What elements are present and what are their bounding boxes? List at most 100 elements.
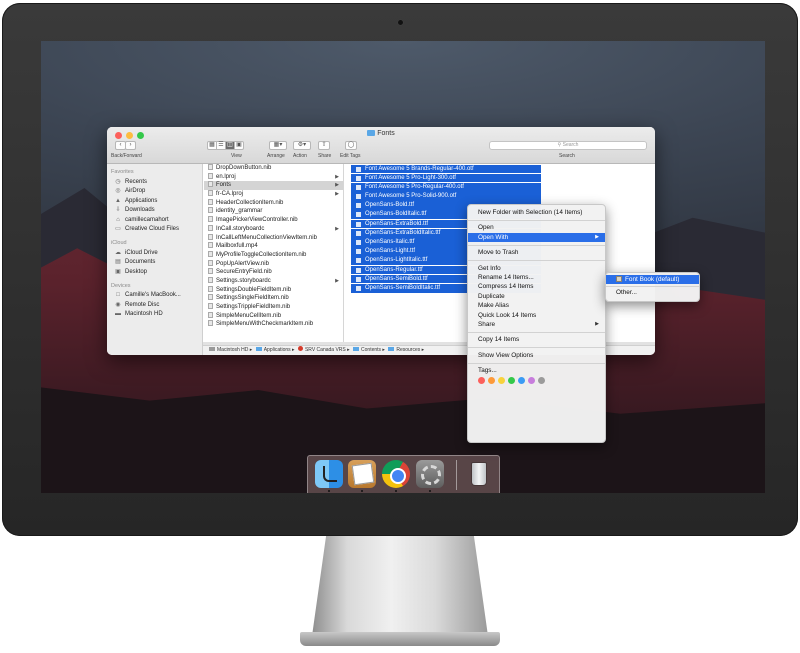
font-file-selected[interactable]: Font Awesome 5 Brands-Regular-400.otf — [351, 164, 541, 174]
sidebar-item-macbook[interactable]: □ Camille's MacBook... — [107, 291, 202, 301]
menu-item-quick-look[interactable]: Quick Look 14 Items — [468, 311, 605, 320]
file-icon — [208, 259, 213, 266]
folder-icon — [208, 181, 213, 188]
share-button[interactable]: ⇧ — [318, 141, 330, 150]
folder-icon — [353, 347, 360, 351]
running-indicator — [429, 490, 431, 492]
browser-column-resources: DropDownButton.nib en.lproj ▶ Fonts ▶ fr-C… — [204, 164, 344, 345]
list-item[interactable]: Mailboxfull.mp4 — [204, 242, 343, 251]
menu-item-copy[interactable]: Copy 14 Items — [468, 335, 605, 344]
list-item[interactable]: SettingsTrippleFieldItem.nib — [204, 303, 343, 312]
list-item[interactable]: HeaderCollectionItem.nib — [204, 198, 343, 208]
menu-item-compress[interactable]: Compress 14 Items — [468, 282, 605, 291]
menu-item-font-book[interactable]: Font Book (default) — [606, 275, 699, 285]
file-icon — [208, 320, 213, 327]
list-item[interactable]: MyProfileToggleCollectionItem.nib — [204, 250, 343, 260]
path-item[interactable]: Contents — [361, 347, 381, 353]
list-item[interactable]: ImagePickerViewController.nib — [204, 216, 343, 225]
system-preferences-app-icon[interactable] — [416, 460, 444, 488]
action-button[interactable]: ⚙▾ — [293, 141, 311, 150]
menu-item-open[interactable]: Open — [468, 223, 605, 232]
sidebar-item-recents[interactable]: ◷ Recents — [107, 177, 202, 187]
menu-item-move-to-trash[interactable]: Move to Trash — [468, 248, 605, 257]
font-file-selected[interactable]: Font Awesome 5 Pro-Regular-400.otf — [351, 182, 541, 192]
list-item[interactable]: fr-CA.lproj ▶ — [204, 190, 343, 199]
sidebar-item-icloud-drive[interactable]: ☁ iCloud Drive — [107, 248, 202, 258]
file-icon — [208, 198, 213, 205]
font-file-selected[interactable]: Font Awesome 5 Pro-Light-300.otf — [351, 173, 541, 183]
edit-tags-label: Edit Tags — [340, 153, 361, 159]
chevron-right-icon: ▶ — [335, 191, 339, 198]
menu-item-share[interactable]: Share ▶ — [468, 320, 605, 329]
camera — [398, 20, 403, 25]
folder-icon — [208, 224, 213, 231]
path-item[interactable]: Applications — [264, 347, 291, 353]
sidebar-item-documents[interactable]: ▤ Documents — [107, 258, 202, 268]
gallery-view-button[interactable]: ▣ — [234, 141, 244, 150]
menu-separator — [468, 331, 605, 333]
menu-item-duplicate[interactable]: Duplicate — [468, 292, 605, 301]
list-item[interactable]: PopUpAlertView.nib — [204, 259, 343, 269]
menu-item-new-folder[interactable]: New Folder with Selection (14 Items) — [468, 208, 605, 217]
search-input[interactable]: ⚲ Search — [489, 141, 647, 150]
list-item[interactable]: InCallLeftMenuCollectionViewItem.nib — [204, 233, 343, 243]
list-item[interactable]: InCall.storyboardc ▶ — [204, 224, 343, 234]
sidebar-item-home[interactable]: ⌂ camillecamahort — [107, 215, 202, 225]
sidebar-item-creative-cloud[interactable]: ▭ Creative Cloud Files — [107, 225, 202, 235]
folder-icon — [367, 130, 376, 136]
tag-purple[interactable] — [528, 377, 535, 385]
list-item[interactable]: identity_grammar — [204, 207, 343, 216]
tag-color-row — [468, 375, 605, 386]
file-icon — [208, 242, 213, 249]
finder-app-icon[interactable] — [315, 460, 343, 488]
trash-icon[interactable] — [465, 460, 493, 488]
folder-icon — [255, 347, 262, 351]
document-icon: ▤ — [115, 259, 121, 266]
menu-item-make-alias[interactable]: Make Alias — [468, 301, 605, 310]
tag-gray[interactable] — [538, 377, 545, 385]
menu-item-tags[interactable]: Tags... — [468, 366, 605, 375]
folder-icon — [208, 190, 213, 197]
path-item[interactable]: Macintosh HD — [217, 347, 248, 353]
menu-item-rename[interactable]: Rename 14 Items... — [468, 273, 605, 282]
running-indicator — [328, 490, 330, 492]
tag-blue[interactable] — [518, 377, 525, 385]
view-label: View — [231, 153, 242, 159]
path-item[interactable]: SRV Canada VRS — [305, 347, 346, 353]
drive-icon — [209, 347, 215, 351]
list-item[interactable]: SettingsDoubleFieldItem.nib — [204, 285, 343, 295]
list-item[interactable]: en.lproj ▶ — [204, 172, 343, 182]
sidebar-item-downloads[interactable]: ⇩ Downloads — [107, 206, 202, 216]
path-item[interactable]: Resources — [396, 347, 420, 353]
tag-yellow[interactable] — [498, 377, 505, 385]
chevron-right-icon: ▶ — [335, 173, 339, 180]
sidebar-item-desktop[interactable]: ▣ Desktop — [107, 267, 202, 277]
list-item[interactable]: SimpleMenuCellItem.nib — [204, 311, 343, 321]
tag-green[interactable] — [508, 377, 515, 385]
menu-item-open-with[interactable]: Open With ▶ — [468, 232, 605, 243]
list-item-selected[interactable]: Fonts ▶ — [204, 181, 343, 191]
list-item[interactable]: SecureEntryField.nib — [204, 268, 343, 277]
sidebar-item-remote-disc[interactable]: ◉ Remote Disc — [107, 300, 202, 310]
list-item[interactable]: Settings.storyboardc ▶ — [204, 276, 343, 286]
sidebar-item-airdrop[interactable]: ◎ AirDrop — [107, 187, 202, 197]
forward-button[interactable]: › — [125, 141, 136, 150]
running-indicator — [361, 490, 363, 492]
menu-item-get-info[interactable]: Get Info — [468, 264, 605, 273]
list-item[interactable]: SettingsSingleFieldItem.nib — [204, 294, 343, 303]
sidebar-item-applications[interactable]: ▲ Applications — [107, 196, 202, 206]
edit-tags-button[interactable]: ◯ — [345, 141, 357, 150]
arrange-button[interactable]: ▦▾ — [269, 141, 287, 150]
chrome-app-icon[interactable] — [382, 460, 410, 488]
chevron-right-icon: ▶ — [335, 225, 339, 232]
tag-red[interactable] — [478, 377, 485, 385]
sidebar-item-macintosh-hd[interactable]: ▬ Macintosh HD — [107, 310, 202, 320]
list-item[interactable]: SimpleMenuWithCheckmarkItem.nib — [204, 320, 343, 329]
list-item[interactable]: DropDownButton.nib — [204, 164, 343, 173]
preview-app-icon[interactable] — [348, 460, 376, 488]
menu-item-show-view-options[interactable]: Show View Options — [468, 351, 605, 360]
font-file-selected[interactable]: Font Awesome 5 Pro-Solid-900.otf — [351, 192, 541, 201]
folder-icon — [388, 347, 395, 351]
menu-item-other[interactable]: Other... — [606, 288, 699, 297]
tag-orange[interactable] — [488, 377, 495, 385]
